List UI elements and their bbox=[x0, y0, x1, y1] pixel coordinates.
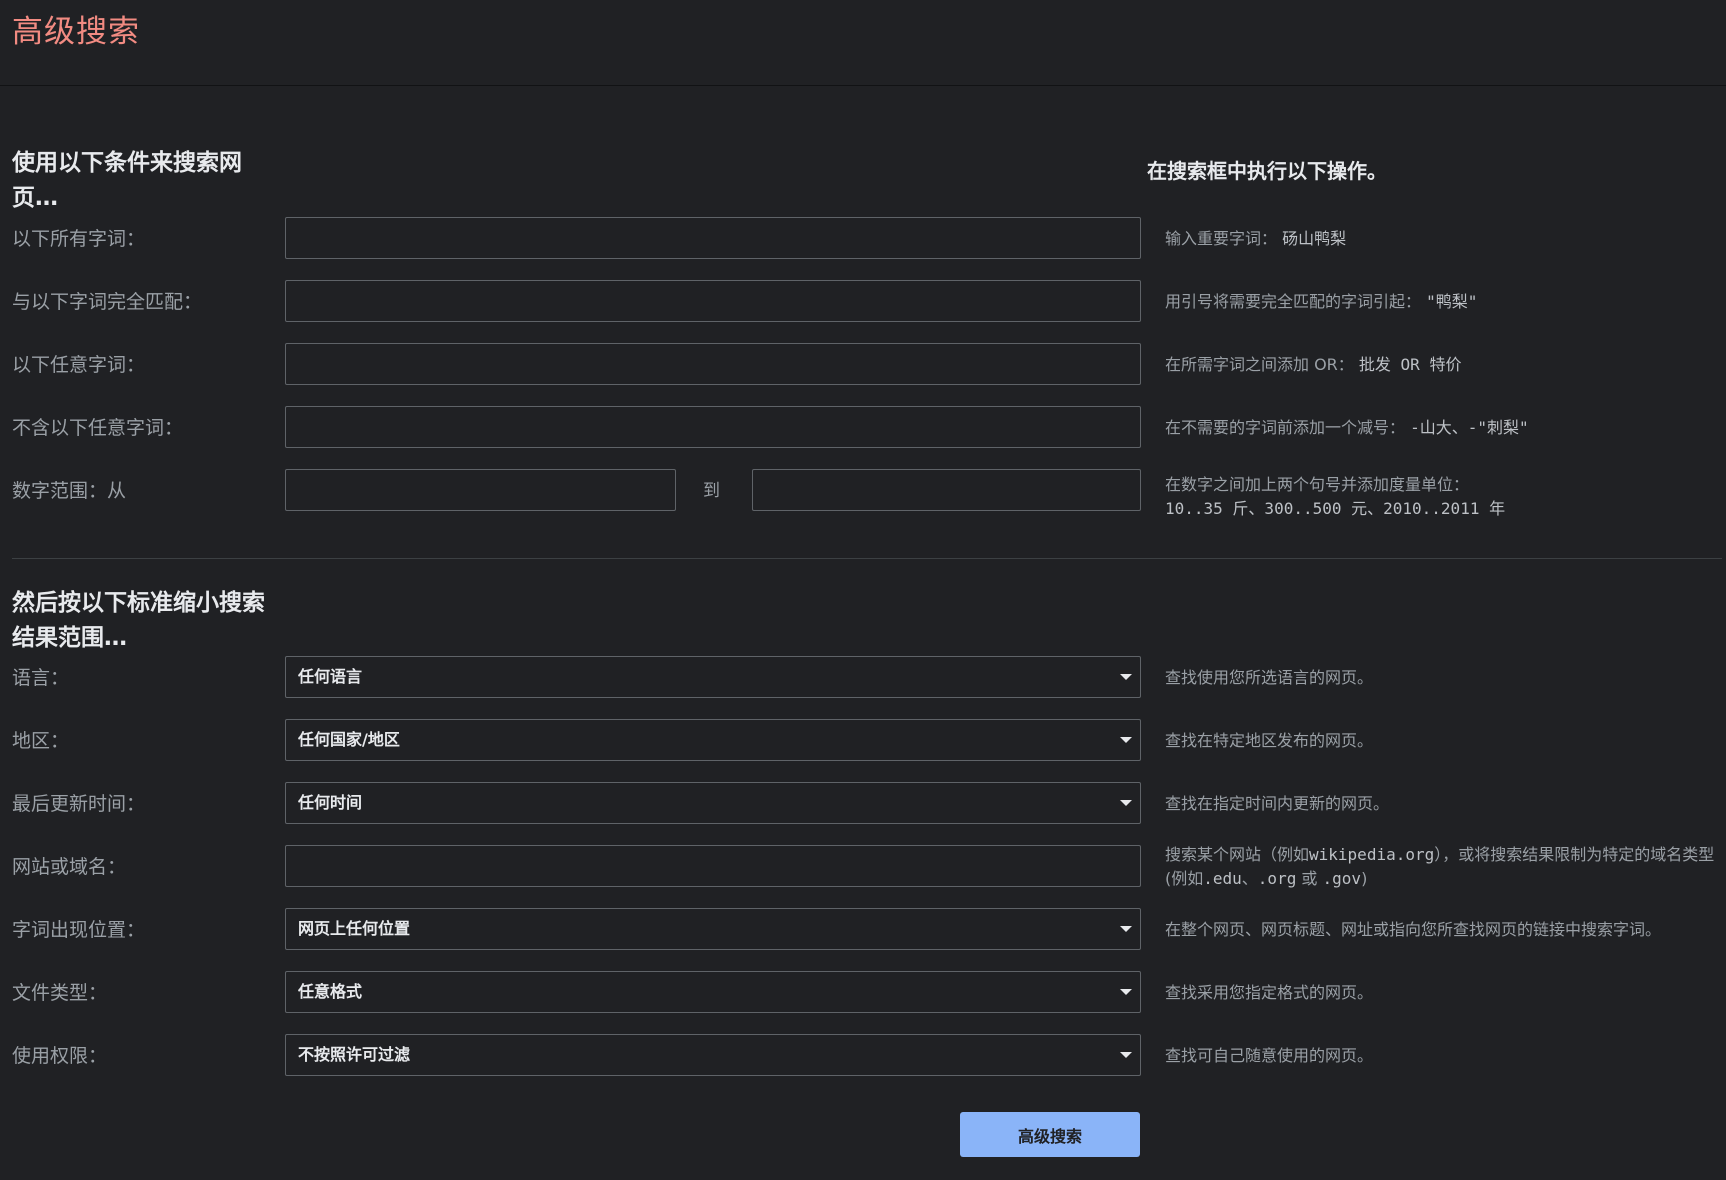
last-update-row: 最后更新时间： 任何时间 查找在指定时间内更新的网页。 bbox=[0, 782, 1726, 826]
terms-appearing-select[interactable]: 网页上任何位置 bbox=[285, 908, 1141, 950]
region-row: 地区： 任何国家/地区 查找在特定地区发布的网页。 bbox=[0, 719, 1726, 763]
exact-phrase-hint: 用引号将需要完全匹配的字词引起： "鸭梨" bbox=[1165, 280, 1725, 324]
none-words-hint-text: 在不需要的字词前添加一个减号： bbox=[1165, 418, 1406, 437]
any-words-hint: 在所需字词之间添加 OR： 批发 OR 特价 bbox=[1165, 343, 1725, 387]
all-words-label: 以下所有字词： bbox=[12, 228, 146, 250]
site-domain-hint-part5: ) bbox=[1361, 869, 1368, 888]
all-words-hint-example: 砀山鸭梨 bbox=[1282, 229, 1347, 248]
none-words-hint-example: -山大、-"刺梨" bbox=[1410, 418, 1529, 437]
terms-appearing-label: 字词出现位置： bbox=[12, 919, 146, 941]
number-range-row: 数字范围：从 到 在数字之间加上两个句号并添加度量单位： 10..35 斤、30… bbox=[0, 469, 1726, 518]
terms-appearing-select-value: 网页上任何位置 bbox=[298, 919, 411, 938]
dropdown-arrow-icon bbox=[1120, 800, 1132, 806]
dropdown-arrow-icon bbox=[1120, 989, 1132, 995]
advanced-search-page: 高级搜索 使用以下条件来搜索网 页… 在搜索框中执行以下操作。 以下所有字词： … bbox=[0, 0, 1726, 1180]
site-domain-hint-part3: 、 bbox=[1241, 869, 1258, 888]
site-domain-hint-code1: wikipedia.org bbox=[1309, 845, 1435, 864]
site-domain-label: 网站或域名： bbox=[12, 856, 127, 878]
advanced-search-button[interactable]: 高级搜索 bbox=[960, 1112, 1140, 1157]
none-words-row: 不含以下任意字词： 在不需要的字词前添加一个减号： -山大、-"刺梨" bbox=[0, 406, 1726, 450]
any-words-hint-example: 批发 OR 特价 bbox=[1358, 355, 1462, 374]
file-type-hint: 查找采用您指定格式的网页。 bbox=[1165, 983, 1374, 1002]
region-label: 地区： bbox=[12, 730, 70, 752]
site-domain-hint: 搜索某个网站（例如wikipedia.org），或将搜索结果限制为特定的域名类型… bbox=[1165, 843, 1725, 891]
file-type-select[interactable]: 任意格式 bbox=[285, 971, 1141, 1013]
number-range-label: 数字范围：从 bbox=[12, 480, 127, 502]
number-range-hint: 在数字之间加上两个句号并添加度量单位： 10..35 斤、300..500 元、… bbox=[1165, 473, 1725, 521]
dropdown-arrow-icon bbox=[1120, 674, 1132, 680]
find-pages-heading-line2: 页… bbox=[12, 185, 58, 211]
page-header: 高级搜索 bbox=[0, 0, 1726, 86]
dropdown-arrow-icon bbox=[1120, 926, 1132, 932]
site-domain-hint-part4: 或 bbox=[1301, 869, 1318, 888]
number-range-from-input[interactable] bbox=[285, 469, 676, 511]
terms-appearing-row: 字词出现位置： 网页上任何位置 在整个网页、网页标题、网址或指向您所查找网页的链… bbox=[0, 908, 1726, 952]
exact-phrase-label: 与以下字词完全匹配： bbox=[12, 291, 203, 313]
none-words-hint: 在不需要的字词前添加一个减号： -山大、-"刺梨" bbox=[1165, 406, 1725, 450]
none-words-label: 不含以下任意字词： bbox=[12, 417, 184, 439]
last-update-hint: 查找在指定时间内更新的网页。 bbox=[1165, 794, 1390, 813]
usage-rights-select[interactable]: 不按照许可过滤 bbox=[285, 1034, 1141, 1076]
narrow-results-heading-line1: 然后按以下标准缩小搜索 bbox=[12, 590, 265, 616]
dropdown-arrow-icon bbox=[1120, 737, 1132, 743]
usage-rights-label: 使用权限： bbox=[12, 1045, 108, 1067]
region-select[interactable]: 任何国家/地区 bbox=[285, 719, 1141, 761]
any-words-label: 以下任意字词： bbox=[12, 354, 146, 376]
exact-phrase-input[interactable] bbox=[285, 280, 1141, 322]
all-words-hint-text: 输入重要字词： bbox=[1165, 229, 1278, 248]
site-domain-hint-part1: 搜索某个网站（例如 bbox=[1165, 845, 1310, 864]
find-pages-heading-line1: 使用以下条件来搜索网 bbox=[12, 150, 242, 176]
language-row: 语言： 任何语言 查找使用您所选语言的网页。 bbox=[0, 656, 1726, 700]
dropdown-arrow-icon bbox=[1120, 1052, 1132, 1058]
language-label: 语言： bbox=[12, 667, 70, 689]
file-type-select-value: 任意格式 bbox=[298, 982, 363, 1001]
region-select-value: 任何国家/地区 bbox=[298, 730, 400, 749]
number-range-to-input[interactable] bbox=[752, 469, 1141, 511]
exact-phrase-row: 与以下字词完全匹配： 用引号将需要完全匹配的字词引起： "鸭梨" bbox=[0, 280, 1726, 324]
all-words-row: 以下所有字词： 输入重要字词： 砀山鸭梨 bbox=[0, 217, 1726, 261]
any-words-row: 以下任意字词： 在所需字词之间添加 OR： 批发 OR 特价 bbox=[0, 343, 1726, 387]
last-update-label: 最后更新时间： bbox=[12, 793, 146, 815]
exact-phrase-hint-example: "鸭梨" bbox=[1426, 292, 1478, 311]
site-domain-hint-code3: .org bbox=[1257, 869, 1297, 888]
number-range-hint-line1: 在数字之间加上两个句号并添加度量单位： bbox=[1165, 475, 1470, 494]
any-words-hint-text: 在所需字词之间添加 OR： bbox=[1165, 355, 1354, 374]
last-update-select[interactable]: 任何时间 bbox=[285, 782, 1141, 824]
section-divider bbox=[12, 558, 1722, 559]
all-words-input[interactable] bbox=[285, 217, 1141, 259]
site-domain-hint-code4: .gov bbox=[1322, 869, 1362, 888]
region-hint: 查找在特定地区发布的网页。 bbox=[1165, 731, 1374, 750]
usage-rights-row: 使用权限： 不按照许可过滤 查找可自己随意使用的网页。 bbox=[0, 1034, 1726, 1078]
usage-rights-select-value: 不按照许可过滤 bbox=[298, 1045, 411, 1064]
site-domain-input[interactable] bbox=[285, 845, 1141, 887]
usage-rights-hint: 查找可自己随意使用的网页。 bbox=[1165, 1046, 1374, 1065]
search-box-tips-heading: 在搜索框中执行以下操作。 bbox=[1147, 159, 1387, 183]
last-update-select-value: 任何时间 bbox=[298, 793, 363, 812]
terms-appearing-hint: 在整个网页、网页标题、网址或指向您所查找网页的链接中搜索字词。 bbox=[1165, 920, 1662, 939]
language-hint: 查找使用您所选语言的网页。 bbox=[1165, 668, 1374, 687]
file-type-row: 文件类型： 任意格式 查找采用您指定格式的网页。 bbox=[0, 971, 1726, 1015]
number-range-to-label: 到 bbox=[703, 481, 720, 501]
language-select-value: 任何语言 bbox=[298, 667, 363, 686]
page-title: 高级搜索 bbox=[12, 14, 140, 50]
exact-phrase-hint-text: 用引号将需要完全匹配的字词引起： bbox=[1165, 292, 1422, 311]
site-domain-hint-code2: .edu bbox=[1203, 869, 1242, 888]
language-select[interactable]: 任何语言 bbox=[285, 656, 1141, 698]
any-words-input[interactable] bbox=[285, 343, 1141, 385]
find-pages-heading: 使用以下条件来搜索网 页… bbox=[12, 146, 272, 216]
file-type-label: 文件类型： bbox=[12, 982, 108, 1004]
none-words-input[interactable] bbox=[285, 406, 1141, 448]
narrow-results-heading-line2: 结果范围… bbox=[12, 625, 127, 651]
all-words-hint: 输入重要字词： 砀山鸭梨 bbox=[1165, 217, 1725, 261]
number-range-hint-line2: 10..35 斤、300..500 元、2010..2011 年 bbox=[1165, 499, 1506, 518]
site-domain-row: 网站或域名： 搜索某个网站（例如wikipedia.org），或将搜索结果限制为… bbox=[0, 845, 1726, 889]
narrow-results-heading: 然后按以下标准缩小搜索 结果范围… bbox=[12, 586, 272, 656]
